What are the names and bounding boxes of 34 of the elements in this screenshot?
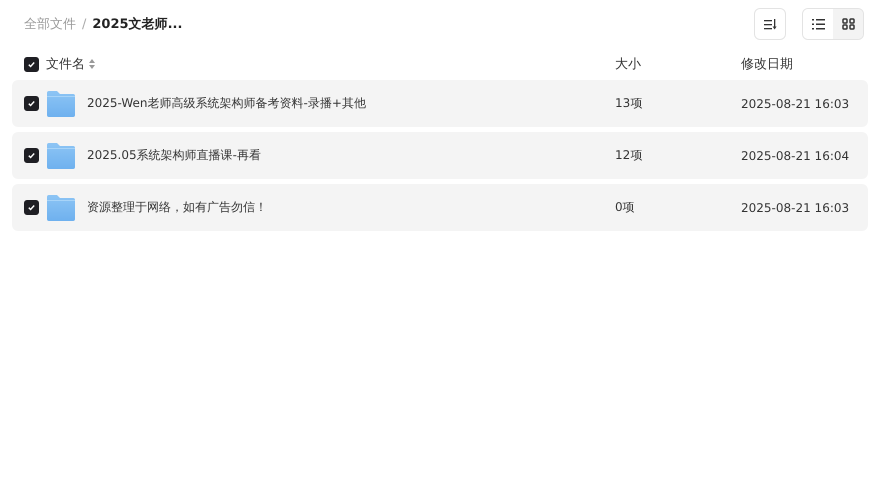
file-row[interactable]: 2025-Wen老师高级系统架构师备考资料-录播+其他 13项 2025-08-21 16:03 [12,80,868,127]
checkbox[interactable] [24,148,39,163]
list-view-icon [812,18,824,30]
modified-date: 2025-08-21 16:04 [741,148,850,162]
folder-icon [46,90,76,116]
file-row[interactable]: 资源整理于网络，如有广告勿信！ 0项 2025-08-21 16:03 [12,184,868,231]
modified-date: 2025-08-21 16:03 [741,200,850,214]
folder-icon [46,142,76,168]
checkbox[interactable] [24,96,39,111]
checkmark-icon [27,60,36,68]
file-size: 12项 [615,147,644,164]
file-size: 0项 [615,199,636,216]
file-name: 2025-Wen老师高级系统架构师备考资料-录播+其他 [87,95,367,112]
column-header[interactable]: 文件名 [46,55,85,73]
file-name: 资源整理于网络，如有广告勿信！ [87,199,268,216]
breadcrumb-item: 2025文老师... [92,16,182,33]
checkmark-icon [27,99,36,108]
grid-view-icon [842,18,854,30]
file-size: 13项 [615,95,644,112]
file-name: 2025.05系统架构师直播课-再看 [87,147,262,164]
checkmark-icon [27,203,36,212]
column-header: 修改日期 [741,56,794,73]
checkbox[interactable] [24,56,39,72]
sort-icon[interactable] [89,59,95,69]
sort-icon [764,18,776,30]
file-row[interactable]: 2025.05系统架构师直播课-再看 12项 2025-08-21 16:04 [12,132,868,179]
breadcrumb-separator: / [82,16,86,32]
sort-button[interactable] [754,8,786,40]
view-toggle-button[interactable] [803,9,833,39]
modified-date: 2025-08-21 16:03 [741,96,850,110]
column-header: 大小 [615,56,642,73]
folder-icon [46,194,76,220]
checkmark-icon [27,151,36,160]
checkbox[interactable] [24,200,39,215]
